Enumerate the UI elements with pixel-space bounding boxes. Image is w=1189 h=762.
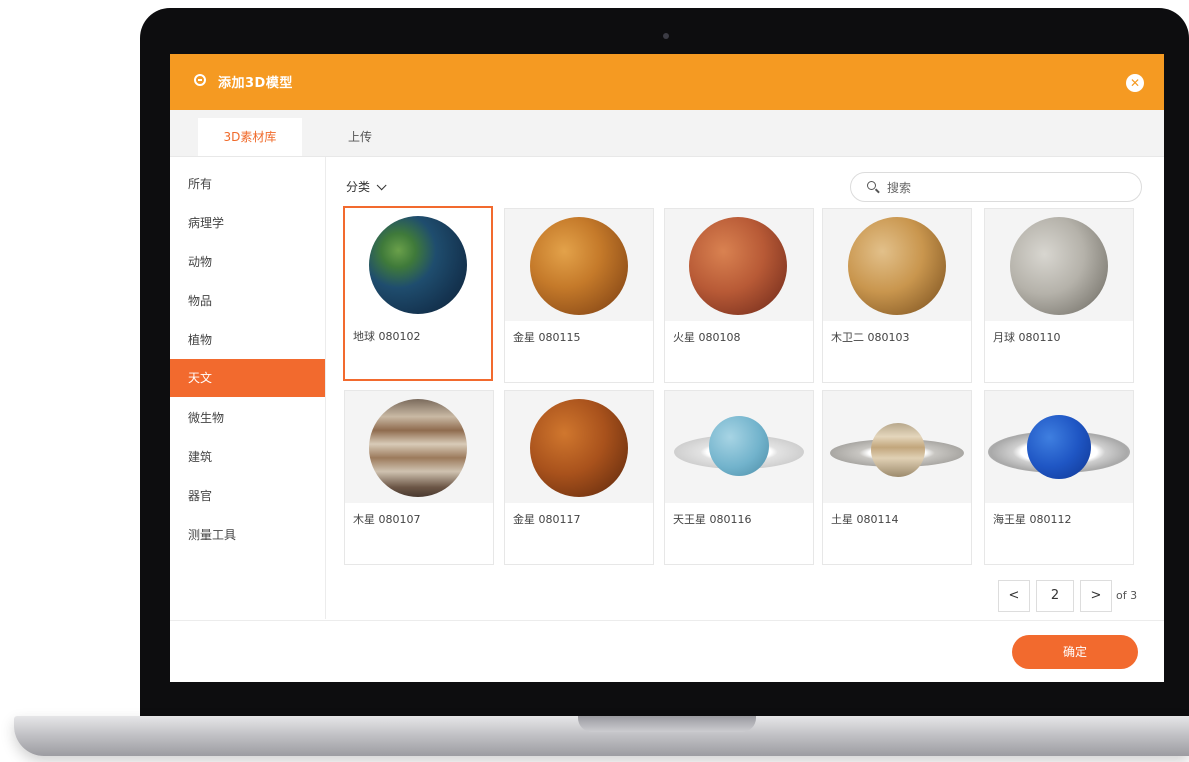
tab-3d-library[interactable]: 3D素材库 (198, 118, 302, 156)
search-input[interactable] (885, 177, 1129, 199)
card-thumbnail (985, 391, 1133, 503)
sidebar-item-animals[interactable]: 动物 (170, 243, 325, 281)
sidebar-item-pathology[interactable]: 病理学 (170, 204, 325, 242)
sidebar-item-objects[interactable]: 物品 (170, 282, 325, 320)
model-label: 月球 080110 (993, 331, 1061, 344)
card-thumbnail (345, 208, 491, 320)
tab-upload[interactable]: 上传 (336, 118, 384, 156)
sidebar-item-measuring-tools[interactable]: 测量工具 (170, 516, 325, 554)
venus-globe-image (530, 217, 628, 315)
card-thumbnail (823, 209, 971, 321)
mars-globe-image (689, 217, 787, 315)
laptop-notch (578, 716, 756, 732)
model-label: 地球 080102 (353, 330, 421, 343)
next-page-button[interactable]: > (1080, 580, 1112, 612)
model-card-uranus[interactable]: 天王星 080116 (664, 390, 814, 565)
model-label: 天王星 080116 (673, 513, 752, 526)
confirm-button[interactable]: 确定 (1012, 635, 1138, 669)
card-thumbnail (505, 391, 653, 503)
model-label: 土星 080114 (831, 513, 899, 526)
chevron-down-icon (376, 180, 387, 191)
model-card-earth[interactable]: 地球 080102 (343, 206, 493, 381)
dialog-header: 添加3D模型 ✕ (170, 54, 1164, 110)
neptune-globe-image (1027, 415, 1091, 479)
model-card-venus[interactable]: 金星 080115 (504, 208, 654, 383)
dialog-title: 添加3D模型 (218, 76, 293, 91)
model-card-saturn[interactable]: 土星 080114 (822, 390, 972, 565)
sidebar-item-microbes[interactable]: 微生物 (170, 399, 325, 437)
uranus-globe-image (709, 416, 769, 476)
card-thumbnail (985, 209, 1133, 321)
sidebar-item-architecture[interactable]: 建筑 (170, 438, 325, 476)
model-card-neptune[interactable]: 海王星 080112 (984, 390, 1134, 565)
page-total-label: of 3 (1116, 589, 1138, 602)
sidebar-item-plants[interactable]: 植物 (170, 321, 325, 359)
model-label: 火星 080108 (673, 331, 741, 344)
model-card-europa[interactable]: 木卫二 080103 (822, 208, 972, 383)
model-label: 金星 080117 (513, 513, 581, 526)
model-label: 木星 080107 (353, 513, 421, 526)
card-thumbnail (823, 391, 971, 503)
close-button[interactable]: ✕ (1126, 74, 1144, 92)
jupiter-globe-image (369, 399, 467, 497)
category-sidebar: 所有 病理学 动物 物品 植物 天文 微生物 建筑 器官 测量工具 (170, 157, 326, 619)
moon-globe-image (1010, 217, 1108, 315)
venus-globe-image (530, 399, 628, 497)
model-card-jupiter[interactable]: 木星 080107 (344, 390, 494, 565)
dialog-window: 添加3D模型 ✕ 3D素材库 上传 所有 病理学 动物 物品 植物 天文 微生物… (170, 54, 1164, 682)
europa-globe-image (848, 217, 946, 315)
model-card-moon[interactable]: 月球 080110 (984, 208, 1134, 383)
search-box[interactable] (850, 172, 1142, 202)
card-thumbnail (665, 391, 813, 503)
model-card-venus-2[interactable]: 金星 080117 (504, 390, 654, 565)
prev-page-button[interactable]: < (998, 580, 1030, 612)
sidebar-item-all[interactable]: 所有 (170, 165, 325, 203)
card-thumbnail (505, 209, 653, 321)
category-dropdown[interactable]: 分类 (346, 178, 387, 195)
sidebar-item-astronomy[interactable]: 天文 (170, 359, 325, 397)
card-thumbnail (345, 391, 493, 503)
category-dropdown-label: 分类 (346, 180, 371, 194)
model-label: 木卫二 080103 (831, 331, 910, 344)
current-page-field[interactable]: 2 (1036, 580, 1074, 612)
tab-bar: 3D素材库 上传 (170, 110, 1164, 157)
saturn-globe-image (871, 423, 925, 477)
sidebar-item-organs[interactable]: 器官 (170, 477, 325, 515)
cube-icon (194, 74, 206, 86)
earth-globe-image (369, 216, 467, 314)
camera-dot (663, 33, 669, 39)
footer-divider (170, 620, 1164, 621)
card-thumbnail (665, 209, 813, 321)
model-card-mars[interactable]: 火星 080108 (664, 208, 814, 383)
model-label: 海王星 080112 (993, 513, 1072, 526)
model-label: 金星 080115 (513, 331, 581, 344)
search-icon (867, 181, 876, 190)
